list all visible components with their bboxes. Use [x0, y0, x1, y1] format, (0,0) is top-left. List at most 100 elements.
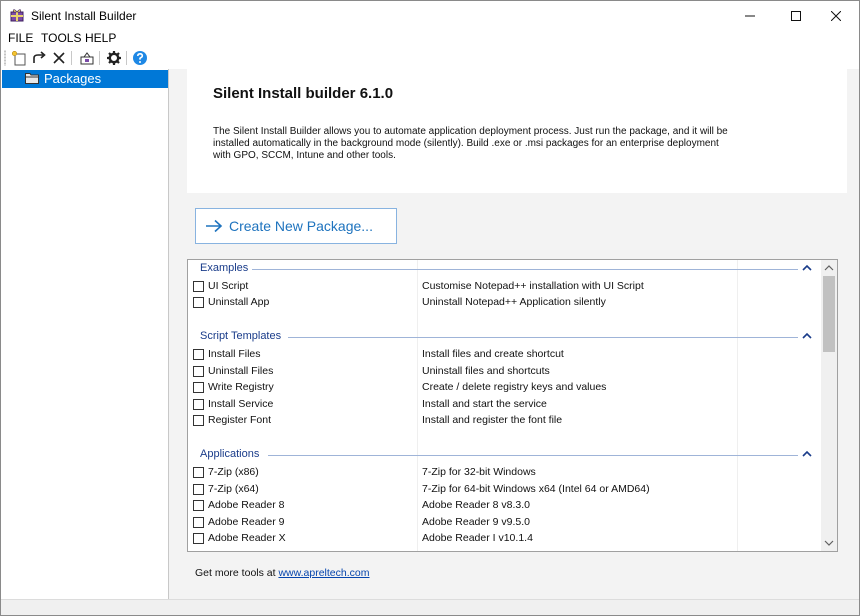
- row-checkbox[interactable]: [193, 484, 204, 495]
- row-name: Adobe Reader X: [208, 532, 286, 544]
- group-header-applications[interactable]: Applications: [188, 448, 822, 462]
- list-item[interactable]: Install Service Install and start the se…: [188, 397, 822, 413]
- footer: Get more tools at www.apreltech.com: [195, 567, 370, 579]
- toolbar: [1, 47, 859, 70]
- row-description: 7-Zip for 32-bit Windows: [422, 466, 536, 478]
- minimize-icon: [745, 15, 755, 17]
- menu-tools[interactable]: TOOLS: [41, 31, 81, 45]
- chevron-up-icon[interactable]: [802, 262, 812, 274]
- group-title: Applications: [200, 448, 264, 460]
- website-link[interactable]: www.apreltech.com: [278, 567, 369, 579]
- list-scrollbar[interactable]: [821, 260, 837, 551]
- row-checkbox[interactable]: [193, 297, 204, 308]
- scroll-up-icon[interactable]: [824, 263, 834, 273]
- toolbar-separator: [126, 51, 127, 65]
- package-template-list: Examples UI Script Customise Notepad++ i…: [187, 259, 838, 552]
- toolbar-separator: [99, 51, 100, 65]
- row-description: Adobe Reader 9 v9.5.0: [422, 516, 530, 528]
- row-description: Create / delete registry keys and values: [422, 381, 607, 393]
- list-item[interactable]: Uninstall Files Uninstall files and shor…: [188, 364, 822, 380]
- row-description: Customise Notepad++ installation with UI…: [422, 280, 644, 292]
- row-checkbox[interactable]: [193, 382, 204, 393]
- row-description: Adobe Reader 8 v8.3.0: [422, 499, 530, 511]
- group-title: Script Templates: [200, 330, 286, 342]
- group-header-examples[interactable]: Examples: [188, 262, 822, 276]
- arrow-right-icon: [206, 219, 223, 233]
- list-item[interactable]: Adobe Reader 9 Adobe Reader 9 v9.5.0: [188, 515, 822, 531]
- menu-help[interactable]: HELP: [85, 31, 116, 45]
- row-checkbox[interactable]: [193, 467, 204, 478]
- status-bar: [1, 599, 859, 615]
- close-button[interactable]: [813, 1, 859, 31]
- minimize-button[interactable]: [727, 1, 773, 31]
- row-description: Uninstall files and shortcuts: [422, 365, 550, 377]
- row-description: Uninstall Notepad++ Application silently: [422, 296, 606, 308]
- help-button[interactable]: [131, 49, 149, 67]
- menu-file[interactable]: FILE: [8, 31, 33, 45]
- row-name: Uninstall Files: [208, 365, 274, 377]
- list-item[interactable]: 7-Zip (x86) 7-Zip for 32-bit Windows: [188, 465, 822, 481]
- row-name: Uninstall App: [208, 296, 270, 308]
- row-description: Install files and create shortcut: [422, 348, 564, 360]
- group-divider: [288, 337, 798, 338]
- list-item[interactable]: Adobe Reader X Adobe Reader I v10.1.4: [188, 531, 822, 547]
- toolbar-separator: [71, 51, 72, 65]
- start-page: Silent Install builder 6.1.0 The Silent …: [169, 69, 859, 599]
- chevron-up-icon[interactable]: [802, 448, 812, 460]
- row-checkbox[interactable]: [193, 517, 204, 528]
- chevron-up-icon[interactable]: [802, 330, 812, 342]
- app-icon: [10, 9, 24, 22]
- settings-icon: [107, 51, 121, 65]
- row-name: Adobe Reader 8: [208, 499, 285, 511]
- settings-button[interactable]: [105, 49, 123, 67]
- row-name: Install Files: [208, 348, 261, 360]
- create-new-package-button[interactable]: Create New Package...: [195, 208, 397, 244]
- row-description: Adobe Reader I v10.1.4: [422, 532, 533, 544]
- row-checkbox[interactable]: [193, 533, 204, 544]
- new-package-icon: [11, 50, 26, 66]
- list-item[interactable]: 7-Zip (x64) 7-Zip for 64-bit Windows x64…: [188, 482, 822, 498]
- row-name: Install Service: [208, 398, 274, 410]
- create-new-package-label: Create New Package...: [229, 218, 373, 234]
- row-checkbox[interactable]: [193, 399, 204, 410]
- group-divider: [250, 269, 798, 270]
- row-checkbox[interactable]: [193, 500, 204, 511]
- scroll-down-icon[interactable]: [824, 538, 834, 548]
- redo-button[interactable]: [30, 49, 48, 67]
- delete-button[interactable]: [50, 49, 68, 67]
- help-icon: [133, 51, 147, 65]
- row-description: Install and register the font file: [422, 414, 563, 426]
- list-item[interactable]: Install Files Install files and create s…: [188, 347, 822, 363]
- app-window: Silent Install Builder FILE TOOLS HELP P…: [0, 0, 860, 616]
- toolbar-grip[interactable]: [4, 50, 6, 66]
- folder-icon: [25, 73, 39, 84]
- tree-item-packages[interactable]: Packages: [2, 70, 168, 88]
- menu-bar: FILE TOOLS HELP: [1, 31, 859, 47]
- scrollbar-thumb[interactable]: [823, 276, 835, 352]
- build-button[interactable]: [78, 49, 96, 67]
- list-item[interactable]: Uninstall App Uninstall Notepad++ Applic…: [188, 295, 822, 311]
- row-checkbox[interactable]: [193, 415, 204, 426]
- close-icon: [831, 11, 841, 21]
- group-header-script-templates[interactable]: Script Templates: [188, 330, 822, 344]
- new-package-button[interactable]: [10, 49, 28, 67]
- row-description: Install and start the service: [422, 398, 547, 410]
- list-item[interactable]: Write Registry Create / delete registry …: [188, 380, 822, 396]
- row-name: UI Script: [208, 280, 249, 292]
- list-item[interactable]: Adobe Reader 8 Adobe Reader 8 v8.3.0: [188, 498, 822, 514]
- footer-text: Get more tools at: [195, 567, 279, 579]
- row-checkbox[interactable]: [193, 349, 204, 360]
- list-item[interactable]: Register Font Install and register the f…: [188, 413, 822, 429]
- row-checkbox[interactable]: [193, 366, 204, 377]
- row-checkbox[interactable]: [193, 281, 204, 292]
- row-description: 7-Zip for 64-bit Windows x64 (Intel 64 o…: [422, 483, 650, 495]
- list-item[interactable]: UI Script Customise Notepad++ installati…: [188, 279, 822, 295]
- row-name: 7-Zip (x86): [208, 466, 259, 478]
- row-name: Register Font: [208, 414, 272, 426]
- build-icon: [80, 52, 94, 65]
- page-description: The Silent Install Builder allows you to…: [213, 126, 728, 161]
- maximize-icon: [791, 11, 801, 21]
- title-bar: Silent Install Builder: [1, 1, 859, 31]
- window-title: Silent Install Builder: [31, 9, 137, 23]
- group-divider: [268, 455, 798, 456]
